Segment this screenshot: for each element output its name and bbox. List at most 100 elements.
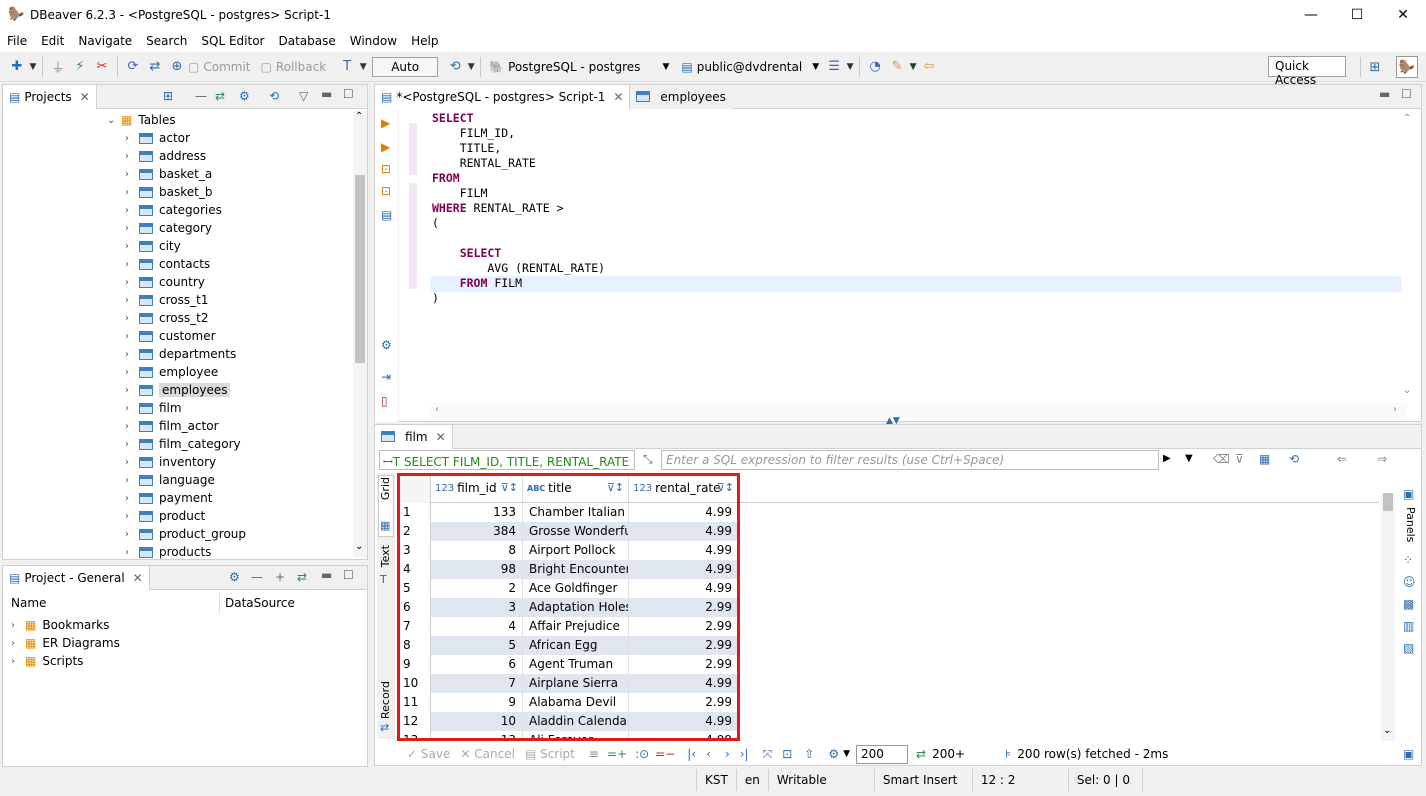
chevron-right-icon[interactable]: ›	[125, 295, 139, 306]
maximize-panel-icon[interactable]: ☐	[343, 87, 354, 101]
tree-item-table[interactable]: › country	[125, 273, 205, 291]
tree-item-table[interactable]: › language	[125, 471, 215, 489]
save-filter-icon[interactable]: ▦	[1259, 452, 1270, 466]
tree-item-table[interactable]: › departments	[125, 345, 236, 363]
chevron-left-icon[interactable]: ‹	[435, 404, 439, 415]
table-cell[interactable]: 4.99	[629, 522, 739, 541]
table-cell[interactable]: 2.99	[629, 617, 739, 636]
tree-item-table[interactable]: › city	[125, 237, 181, 255]
maximize-panel-icon[interactable]: ☐	[1401, 87, 1412, 101]
tree-item-table[interactable]: › category	[125, 219, 212, 237]
table-cell[interactable]: 13	[431, 731, 523, 741]
quick-access-input[interactable]: Quick Access	[1268, 56, 1346, 87]
chevron-right-icon[interactable]: ›	[125, 331, 139, 342]
view-menu-icon[interactable]: ▽	[299, 89, 308, 103]
table-row[interactable]: 13 13 Ali Forever 4.99	[397, 731, 739, 741]
tab-employees[interactable]: employees	[630, 84, 732, 109]
tab-project-general[interactable]: ▤ Project - General ✕	[3, 565, 150, 590]
cancel-button[interactable]: ✕ Cancel	[460, 747, 515, 761]
chevron-right-icon[interactable]: ›	[125, 367, 139, 378]
plug-icon[interactable]: ⏚	[47, 56, 69, 78]
chevron-down-icon[interactable]: ▼	[843, 749, 850, 759]
table-cell[interactable]: Adaptation Holes	[523, 598, 629, 617]
table-cell[interactable]: 2.99	[629, 655, 739, 674]
apply-filter-icon[interactable]: ▶	[1163, 453, 1171, 464]
refresh-icon[interactable]: ⟲	[1289, 452, 1299, 466]
row-number[interactable]: 2	[397, 522, 431, 541]
maximize-button[interactable]: ☐	[1334, 0, 1380, 30]
fetch-next-icon[interactable]: ⇄	[916, 747, 926, 761]
last-page-icon[interactable]: ›|	[740, 747, 749, 761]
chevron-right-icon[interactable]: ›	[125, 187, 139, 198]
chevron-right-icon[interactable]: ›	[125, 259, 139, 270]
col-datasource-header[interactable]: DataSource	[225, 596, 295, 610]
link-editor-icon[interactable]: ⇄	[297, 570, 307, 584]
panels-label[interactable]: Panels	[1404, 507, 1417, 542]
move-icon[interactable]: ⤧	[763, 747, 773, 762]
table-row[interactable]: 7 4 Affair Prejudice 2.99	[397, 617, 739, 636]
row-number[interactable]: 6	[397, 598, 431, 617]
disconnect-icon[interactable]: ✂	[91, 56, 113, 78]
row-number[interactable]: 7	[397, 617, 431, 636]
table-row[interactable]: 4 98 Bright Encounters 4.99	[397, 560, 739, 579]
row-number[interactable]: 5	[397, 579, 431, 598]
tree-item-table[interactable]: › categories	[125, 201, 222, 219]
auto-commit-button[interactable]: Auto	[372, 56, 439, 77]
chart-icon[interactable]: ▥	[1403, 619, 1414, 633]
chevron-down-icon[interactable]: ⌄	[1403, 385, 1411, 396]
tree-item-table[interactable]: › product	[125, 507, 205, 525]
fetch-size-input[interactable]: 200	[856, 744, 909, 764]
chevron-right-icon[interactable]: ›	[125, 241, 139, 252]
table-row[interactable]: 3 8 Airport Pollock 4.99	[397, 541, 739, 560]
scrollbar-thumb[interactable]	[355, 175, 365, 363]
close-icon[interactable]: ✕	[436, 430, 446, 444]
explain-plan-icon[interactable]: ▤	[381, 208, 392, 222]
tree-item-table[interactable]: › cross_t2	[125, 309, 208, 327]
tables-node[interactable]: ⌄ ▦ Tables	[107, 111, 176, 129]
tools-icon[interactable]: ✎	[886, 56, 908, 78]
table-cell[interactable]: 7	[431, 674, 523, 693]
script-button[interactable]: ▤ Script	[525, 747, 575, 761]
export-icon[interactable]: ⇥	[381, 370, 391, 384]
minimize-panel-icon[interactable]: ▬	[321, 87, 332, 101]
chevron-right-icon[interactable]: ›	[125, 493, 139, 504]
table-cell[interactable]: 4	[431, 617, 523, 636]
delete-row-icon[interactable]: =−	[655, 747, 675, 761]
close-icon[interactable]: ✕	[80, 90, 90, 104]
tree-item-table[interactable]: › customer	[125, 327, 216, 345]
add-icon[interactable]: +	[275, 570, 285, 584]
sort-filter-icon[interactable]: ⊽↕	[717, 481, 734, 494]
maximize-panel-icon[interactable]: ☐	[343, 568, 354, 582]
table-row[interactable]: 8 5 African Egg 2.99	[397, 636, 739, 655]
chevron-right-icon[interactable]: ›	[125, 511, 139, 522]
chevron-right-icon[interactable]: ›	[125, 133, 139, 144]
refresh-icon[interactable]: ⟲	[269, 89, 279, 103]
table-cell[interactable]: 384	[431, 522, 523, 541]
transaction-icon[interactable]: T	[336, 56, 358, 78]
table-cell[interactable]: 10	[431, 712, 523, 731]
history-icon[interactable]: ⟲	[444, 56, 466, 78]
tree-item-table[interactable]: › basket_b	[125, 183, 212, 201]
chevron-up-icon[interactable]: ⌃	[355, 111, 363, 122]
commit-button[interactable]: ▢ Commit	[188, 60, 250, 74]
tree-item-table[interactable]: › actor	[125, 129, 190, 147]
panels-icon[interactable]: ▣	[1403, 487, 1414, 501]
chevron-right-icon[interactable]: ›	[125, 385, 139, 396]
next-page-icon[interactable]: ›	[725, 747, 730, 761]
chevron-right-icon[interactable]: ›	[125, 313, 139, 324]
new-script-icon[interactable]: ⊕	[166, 56, 188, 78]
tab-film-results[interactable]: film ✕	[375, 424, 453, 449]
tree-item-er-diagrams[interactable]: › ▦ ER Diagrams	[11, 634, 120, 652]
copy-row-icon[interactable]: :⊙	[635, 747, 649, 761]
minimize-panel-icon[interactable]: ▬	[1379, 87, 1390, 101]
chevron-up-icon[interactable]: ⌃	[1403, 113, 1411, 124]
dropdown-arrow-icon[interactable]: ▼	[28, 56, 38, 78]
table-cell[interactable]: 3	[431, 598, 523, 617]
table-cell[interactable]: 4.99	[629, 731, 739, 741]
value-viewer-icon[interactable]: ⁘	[1403, 553, 1413, 567]
menu-file[interactable]: File	[0, 34, 34, 48]
dbeaver-perspective-icon[interactable]: 🦫	[1396, 56, 1418, 78]
query-text-field[interactable]: ꟷT SELECT FILM_ID, TITLE, RENTAL_RATE FR…	[379, 450, 635, 470]
chevron-right-icon[interactable]: ›	[125, 151, 139, 162]
active-connection-selector[interactable]: 🐘 PostgreSQL - postgres ▼	[489, 60, 669, 74]
